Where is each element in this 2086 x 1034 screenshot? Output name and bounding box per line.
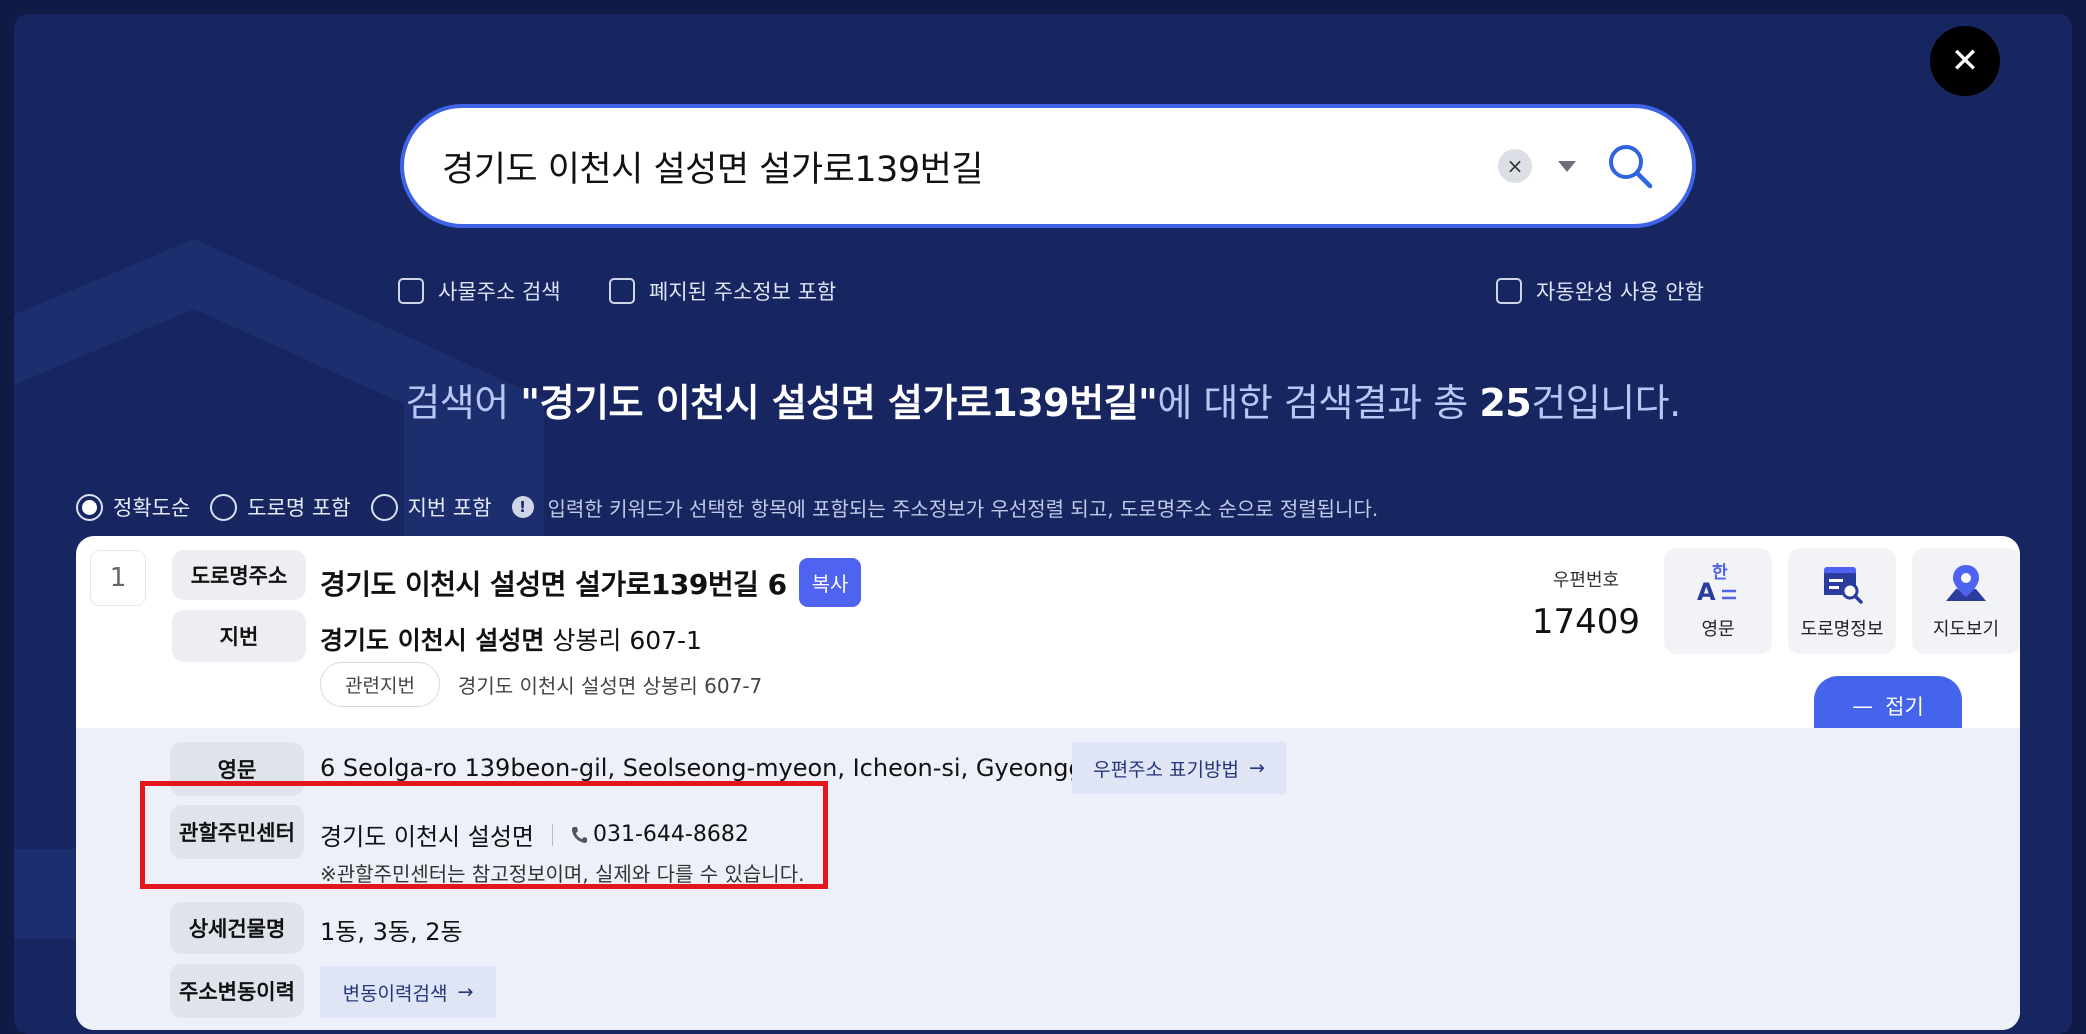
result-index: 1 — [90, 550, 146, 606]
sort-options: 정확도순 도로명 포함 지번 포함 ! 입력한 키워드가 선택한 항목에 포함되… — [76, 492, 1378, 522]
history-search-link[interactable]: 변동이력검색 → — [320, 966, 496, 1018]
radio-label: 도로명 포함 — [247, 496, 351, 520]
tool-label: 지도보기 — [1932, 619, 2000, 640]
checkbox-box[interactable] — [609, 278, 635, 304]
checkbox-box[interactable] — [398, 278, 424, 304]
clear-search-button[interactable]: × — [1498, 149, 1532, 183]
related-jibun: 관련지번 경기도 이천시 설성면 상봉리 607-7 — [320, 662, 762, 707]
postal-code: 17409 — [1531, 602, 1641, 642]
radio-label: 정확도순 — [113, 496, 191, 520]
summary-prefix: 검색어 — [405, 381, 521, 425]
result-card-header: 1 도로명주소 지번 경기도 이천시 설성면 설가로139번길 6 복사 경기도… — [76, 536, 2020, 736]
clear-icon: × — [1506, 154, 1524, 178]
red-highlight-box — [140, 781, 828, 889]
jibun-address-bold: 경기도 이천시 설성면 — [320, 626, 545, 655]
summary-suffix: 건입니다. — [1531, 381, 1681, 425]
tool-label: 영문 — [1701, 619, 1735, 640]
radio-label: 지번 포함 — [407, 496, 492, 520]
disable-autocomplete-checkbox[interactable]: 자동완성 사용 안함 — [1496, 276, 1704, 306]
english-button[interactable]: 한 A 영문 — [1664, 548, 1772, 654]
svg-text:A: A — [1697, 578, 1716, 605]
tool-label: 도로명정보 — [1800, 619, 1884, 640]
summary-middle: 에 대한 검색결과 총 — [1157, 381, 1480, 425]
building-search-checkbox[interactable]: 사물주소 검색 — [398, 276, 561, 306]
result-summary: 검색어 "경기도 이천시 설성면 설가로139번길"에 대한 검색결과 총 25… — [14, 372, 2072, 427]
arrow-right-icon: → — [1248, 757, 1265, 779]
search-input[interactable]: 경기도 이천시 설성면 설가로139번길 × — [400, 104, 1696, 228]
building-names: 1동, 3동, 2동 — [320, 918, 463, 946]
checkbox-label: 사물주소 검색 — [438, 280, 561, 304]
close-button[interactable]: ✕ — [1930, 26, 2000, 96]
checkbox-label: 자동완성 사용 안함 — [1536, 280, 1704, 304]
related-jibun-tag: 관련지번 — [320, 662, 440, 707]
minus-icon: — — [1852, 694, 1874, 718]
address-history-tag: 주소변동이력 — [170, 964, 304, 1018]
link-label: 우편주소 표기방법 — [1093, 758, 1239, 781]
english-address: 6 Seolga-ro 139beon-gil, Seolseong-myeon… — [320, 754, 1130, 782]
postal-notation-link[interactable]: 우편주소 표기방법 → — [1072, 742, 1286, 794]
road-address-tag: 도로명주소 — [172, 550, 306, 600]
jibun-address: 경기도 이천시 설성면 상봉리 607-1 — [320, 621, 702, 657]
radio-unselected[interactable] — [210, 493, 238, 521]
close-icon: ✕ — [1950, 41, 1980, 81]
summary-query: "경기도 이천시 설성면 설가로139번길" — [520, 381, 1158, 425]
search-icon[interactable] — [1606, 142, 1654, 190]
related-jibun-value: 경기도 이천시 설성면 상봉리 607-7 — [457, 674, 763, 698]
jibun-tag: 지번 — [172, 610, 306, 662]
arrow-right-icon: → — [457, 981, 474, 1003]
road-info-button[interactable]: 도로명정보 — [1788, 548, 1896, 654]
sort-jibun-radio[interactable]: 지번 포함 — [370, 492, 492, 522]
sort-accuracy-radio[interactable]: 정확도순 — [76, 492, 190, 522]
checkbox-label: 폐지된 주소정보 포함 — [649, 280, 837, 304]
checkbox-box[interactable] — [1496, 278, 1522, 304]
road-address: 경기도 이천시 설성면 설가로139번길 6 복사 — [320, 558, 862, 607]
fold-button[interactable]: — 접기 — [1814, 676, 1962, 736]
english-translate-icon: 한 A — [1697, 563, 1736, 605]
jibun-address-rest: 상봉리 607-1 — [544, 626, 702, 655]
fold-label: 접기 — [1885, 695, 1924, 719]
copy-button[interactable]: 복사 — [798, 558, 862, 607]
link-label: 변동이력검색 — [342, 982, 448, 1005]
search-options: 사물주소 검색 폐지된 주소정보 포함 자동완성 사용 안함 — [14, 276, 2072, 306]
road-info-icon — [1824, 567, 1863, 604]
radio-unselected[interactable] — [370, 493, 398, 521]
sort-note: 입력한 키워드가 선택한 항목에 포함되는 주소정보가 우선정렬 되고, 도로명… — [547, 496, 1379, 521]
building-name-tag: 상세건물명 — [170, 902, 304, 954]
road-address-text: 경기도 이천시 설성면 설가로139번길 6 — [320, 567, 787, 601]
search-query-text[interactable]: 경기도 이천시 설성면 설가로139번길 — [442, 141, 1498, 192]
sort-road-radio[interactable]: 도로명 포함 — [210, 492, 351, 522]
radio-selected[interactable] — [76, 493, 103, 521]
result-count: 25 — [1479, 381, 1532, 425]
map-view-button[interactable]: 지도보기 — [1912, 548, 2020, 654]
include-abolished-checkbox[interactable]: 폐지된 주소정보 포함 — [609, 276, 836, 306]
postal-code-block: 우편번호 17409 — [1516, 566, 1656, 642]
info-icon: ! — [511, 496, 534, 518]
map-pin-icon — [1946, 565, 1986, 601]
dropdown-caret-icon[interactable] — [1558, 160, 1576, 172]
postal-code-label: 우편번호 — [1552, 570, 1620, 591]
